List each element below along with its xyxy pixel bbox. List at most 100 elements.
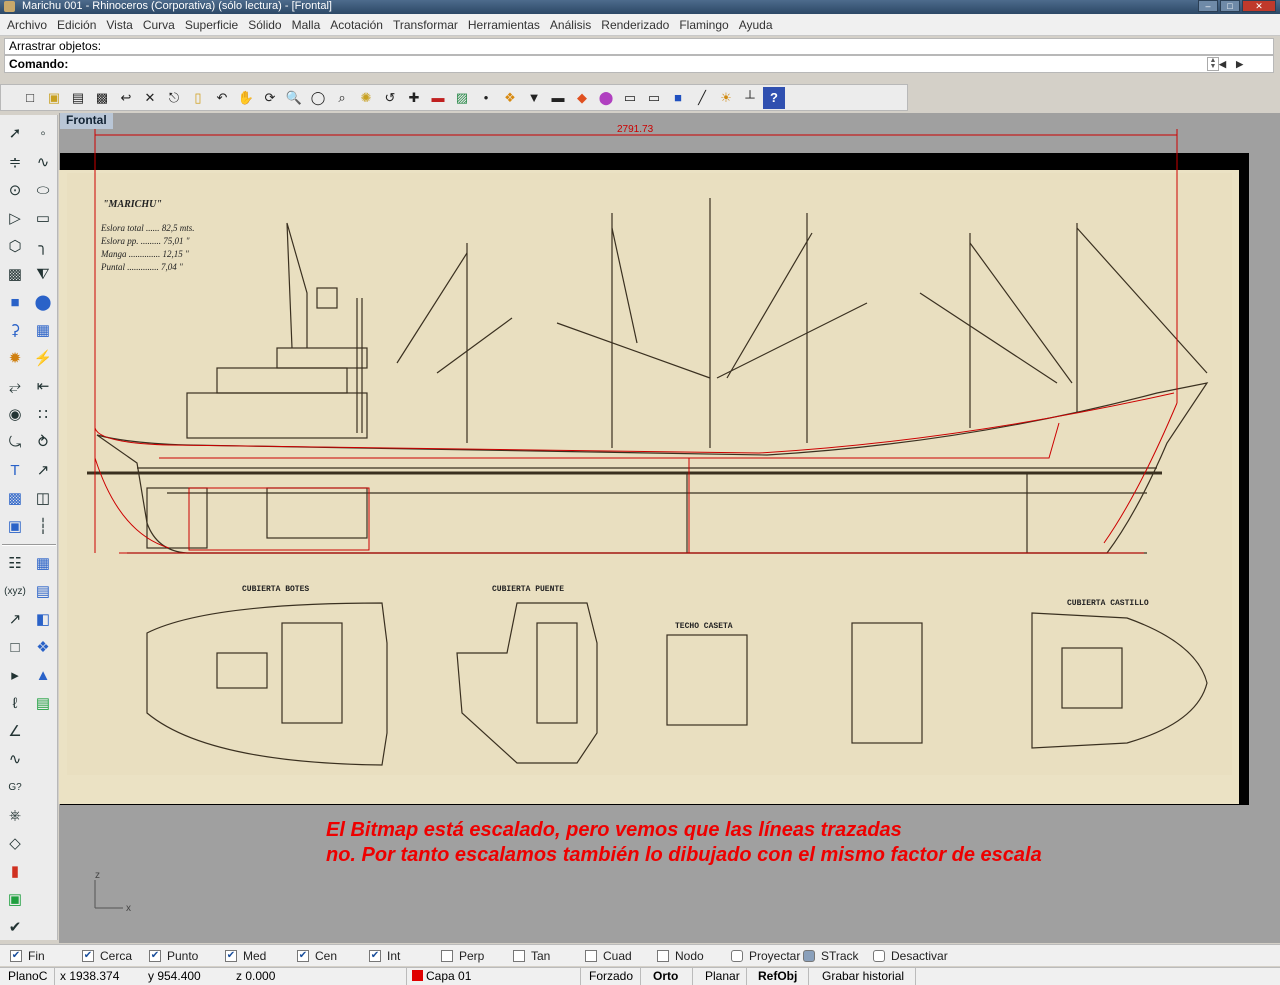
select-points-icon[interactable]: ❖ bbox=[499, 87, 521, 109]
polygon-icon[interactable]: ⬡ bbox=[3, 234, 27, 258]
rotate-view-icon[interactable]: ⟳ bbox=[259, 87, 281, 109]
box-solid-icon[interactable]: ■ bbox=[3, 290, 27, 314]
menu-solido[interactable]: Sólido bbox=[243, 14, 286, 36]
grid-snap-icon[interactable]: ▨ bbox=[451, 87, 473, 109]
four-viewports-icon[interactable]: ✚ bbox=[403, 87, 425, 109]
length-icon[interactable]: ▤ bbox=[31, 579, 55, 603]
sphere-solid-icon[interactable]: ⬤ bbox=[31, 290, 55, 314]
print-icon[interactable]: ▩ bbox=[91, 87, 113, 109]
traced-lines[interactable] bbox=[59, 113, 1280, 833]
check-icon[interactable]: ✔ bbox=[3, 915, 27, 939]
close-button[interactable]: ✕ bbox=[1242, 0, 1276, 12]
toggle-proyectar[interactable]: ✔Proyectar bbox=[731, 949, 803, 963]
box-edit-icon[interactable]: ▣ bbox=[3, 887, 27, 911]
menu-transformar[interactable]: Transformar bbox=[388, 14, 463, 36]
menu-acotacion[interactable]: Acotación bbox=[325, 14, 388, 36]
block-icon[interactable]: ▣ bbox=[3, 514, 27, 538]
color-wheel-icon[interactable]: ⬤ bbox=[595, 87, 617, 109]
curvature-icon[interactable]: ◧ bbox=[31, 607, 55, 631]
paste-icon[interactable]: ▯ bbox=[187, 87, 209, 109]
degree-icon[interactable]: ℓ bbox=[3, 691, 27, 715]
copy-icon[interactable]: ⎋ bbox=[163, 87, 185, 109]
rotate-icon[interactable]: ⤿ bbox=[3, 430, 27, 454]
traced-engine-room[interactable] bbox=[188, 487, 370, 551]
polyline-icon[interactable]: ≑ bbox=[3, 150, 27, 174]
import-icon[interactable]: ↩ bbox=[115, 87, 137, 109]
curve-control-points-icon[interactable]: ∿ bbox=[31, 150, 55, 174]
checkbox-icon[interactable]: ✔ bbox=[82, 949, 94, 962]
light-icon[interactable]: ╱ bbox=[691, 87, 713, 109]
cylinder-icon[interactable]: ⚳ bbox=[3, 318, 27, 342]
open-folder-icon[interactable]: ▣ bbox=[43, 87, 65, 109]
osnap-med[interactable]: ✔ Med bbox=[225, 949, 297, 963]
menu-flamingo[interactable]: Flamingo bbox=[674, 14, 733, 36]
menu-malla[interactable]: Malla bbox=[287, 14, 326, 36]
render-preview-icon[interactable]: ▭ bbox=[643, 87, 665, 109]
shield-icon[interactable]: ▼ bbox=[523, 87, 545, 109]
fillet-curve-icon[interactable]: ╮ bbox=[31, 234, 55, 258]
cut-icon[interactable]: ✕ bbox=[139, 87, 161, 109]
arc-icon[interactable]: ▷ bbox=[3, 206, 27, 230]
menu-renderizado[interactable]: Renderizado bbox=[596, 14, 674, 36]
menu-vista[interactable]: Vista bbox=[101, 14, 137, 36]
save-icon[interactable]: ▤ bbox=[67, 87, 89, 109]
menu-curva[interactable]: Curva bbox=[138, 14, 180, 36]
orto-toggle[interactable]: Orto bbox=[653, 968, 678, 985]
checkbox-icon[interactable]: ✔ bbox=[149, 949, 161, 962]
loft-icon[interactable]: ⧨ bbox=[31, 262, 55, 286]
move-icon[interactable]: ⥂ bbox=[3, 374, 27, 398]
help-icon[interactable]: ? bbox=[763, 86, 785, 109]
analyze-icon[interactable]: ▦ bbox=[31, 551, 55, 575]
grid-toggle-icon[interactable]: ☷ bbox=[3, 551, 27, 575]
forzado-toggle[interactable]: Forzado bbox=[589, 968, 633, 985]
osnap-punto[interactable]: ✔ Punto bbox=[149, 949, 225, 963]
command-nav-arrows-icon[interactable]: ◀▶ bbox=[1219, 56, 1253, 72]
zoom-selected-icon[interactable]: ✺ bbox=[355, 87, 377, 109]
curve-deviation-icon[interactable]: ∿ bbox=[3, 747, 27, 771]
current-layer[interactable]: Capa 01 bbox=[412, 968, 471, 985]
layer-icon[interactable]: ▬ bbox=[547, 87, 569, 109]
osnap-perp[interactable]: ✔Perp bbox=[441, 949, 513, 963]
zoom-extents-icon[interactable]: ⌕ bbox=[331, 87, 353, 109]
query-icon[interactable]: G? bbox=[3, 775, 27, 799]
distance-icon[interactable]: ↗ bbox=[3, 607, 27, 631]
traced-deck-line[interactable] bbox=[159, 422, 1060, 459]
command-line[interactable]: Comando: ▲ ▼ ◀▶ bbox=[4, 55, 1274, 73]
material-icon[interactable]: ■ bbox=[667, 87, 689, 109]
point-on-icon[interactable]: ⎈ bbox=[3, 803, 27, 827]
osnap-tan[interactable]: ✔Tan bbox=[513, 949, 585, 963]
menu-superficie[interactable]: Superficie bbox=[180, 14, 243, 36]
osnap-cuad[interactable]: ✔Cuad bbox=[585, 949, 657, 963]
ellipse-icon[interactable]: ⬭ bbox=[31, 178, 55, 202]
planar-toggle[interactable]: Planar bbox=[705, 968, 740, 985]
align-icon[interactable]: ⇤ bbox=[31, 374, 55, 398]
render-icon[interactable]: ▭ bbox=[619, 87, 641, 109]
cplane-label[interactable]: PlanoC bbox=[8, 968, 47, 985]
new-file-icon[interactable]: □ bbox=[19, 87, 41, 109]
scale-icon[interactable]: ↗ bbox=[31, 458, 55, 482]
zebra-icon[interactable]: ▤ bbox=[31, 691, 55, 715]
checkbox-icon[interactable]: ✔ bbox=[369, 949, 381, 962]
checkbox-icon[interactable]: ✔ bbox=[297, 949, 309, 962]
checkbox-icon[interactable]: ✔ bbox=[10, 949, 22, 962]
menu-archivo[interactable]: Archivo bbox=[2, 14, 52, 36]
osnap-cerca[interactable]: ✔ Cerca bbox=[82, 949, 149, 963]
toggle-icon[interactable]: ✔ bbox=[731, 949, 743, 962]
menu-analisis[interactable]: Análisis bbox=[545, 14, 596, 36]
point-icon[interactable]: • bbox=[475, 87, 497, 109]
circle-icon[interactable]: ⊙ bbox=[3, 178, 27, 202]
maximize-button[interactable]: □ bbox=[1220, 0, 1240, 12]
zoom-window-icon[interactable]: ◯ bbox=[307, 87, 329, 109]
osnap-nodo[interactable]: ✔Nodo bbox=[657, 949, 731, 963]
rotate-3d-icon[interactable]: ⥁ bbox=[31, 430, 55, 454]
dimension-linear-icon[interactable]: ┆ bbox=[31, 514, 55, 538]
undo-view-icon[interactable]: ↺ bbox=[379, 87, 401, 109]
menu-edicion[interactable]: Edición bbox=[52, 14, 101, 36]
surface-icon[interactable]: ▩ bbox=[3, 262, 27, 286]
mesh-icon[interactable]: ▦ bbox=[31, 318, 55, 342]
menu-herramientas[interactable]: Herramientas bbox=[463, 14, 545, 36]
command-scroll-icon[interactable]: ▲ ▼ bbox=[1207, 57, 1219, 71]
boolean-icon[interactable]: ◉ bbox=[3, 402, 27, 426]
osnap-cen[interactable]: ✔ Cen bbox=[297, 949, 369, 963]
rectangle-icon[interactable]: ▭ bbox=[31, 206, 55, 230]
